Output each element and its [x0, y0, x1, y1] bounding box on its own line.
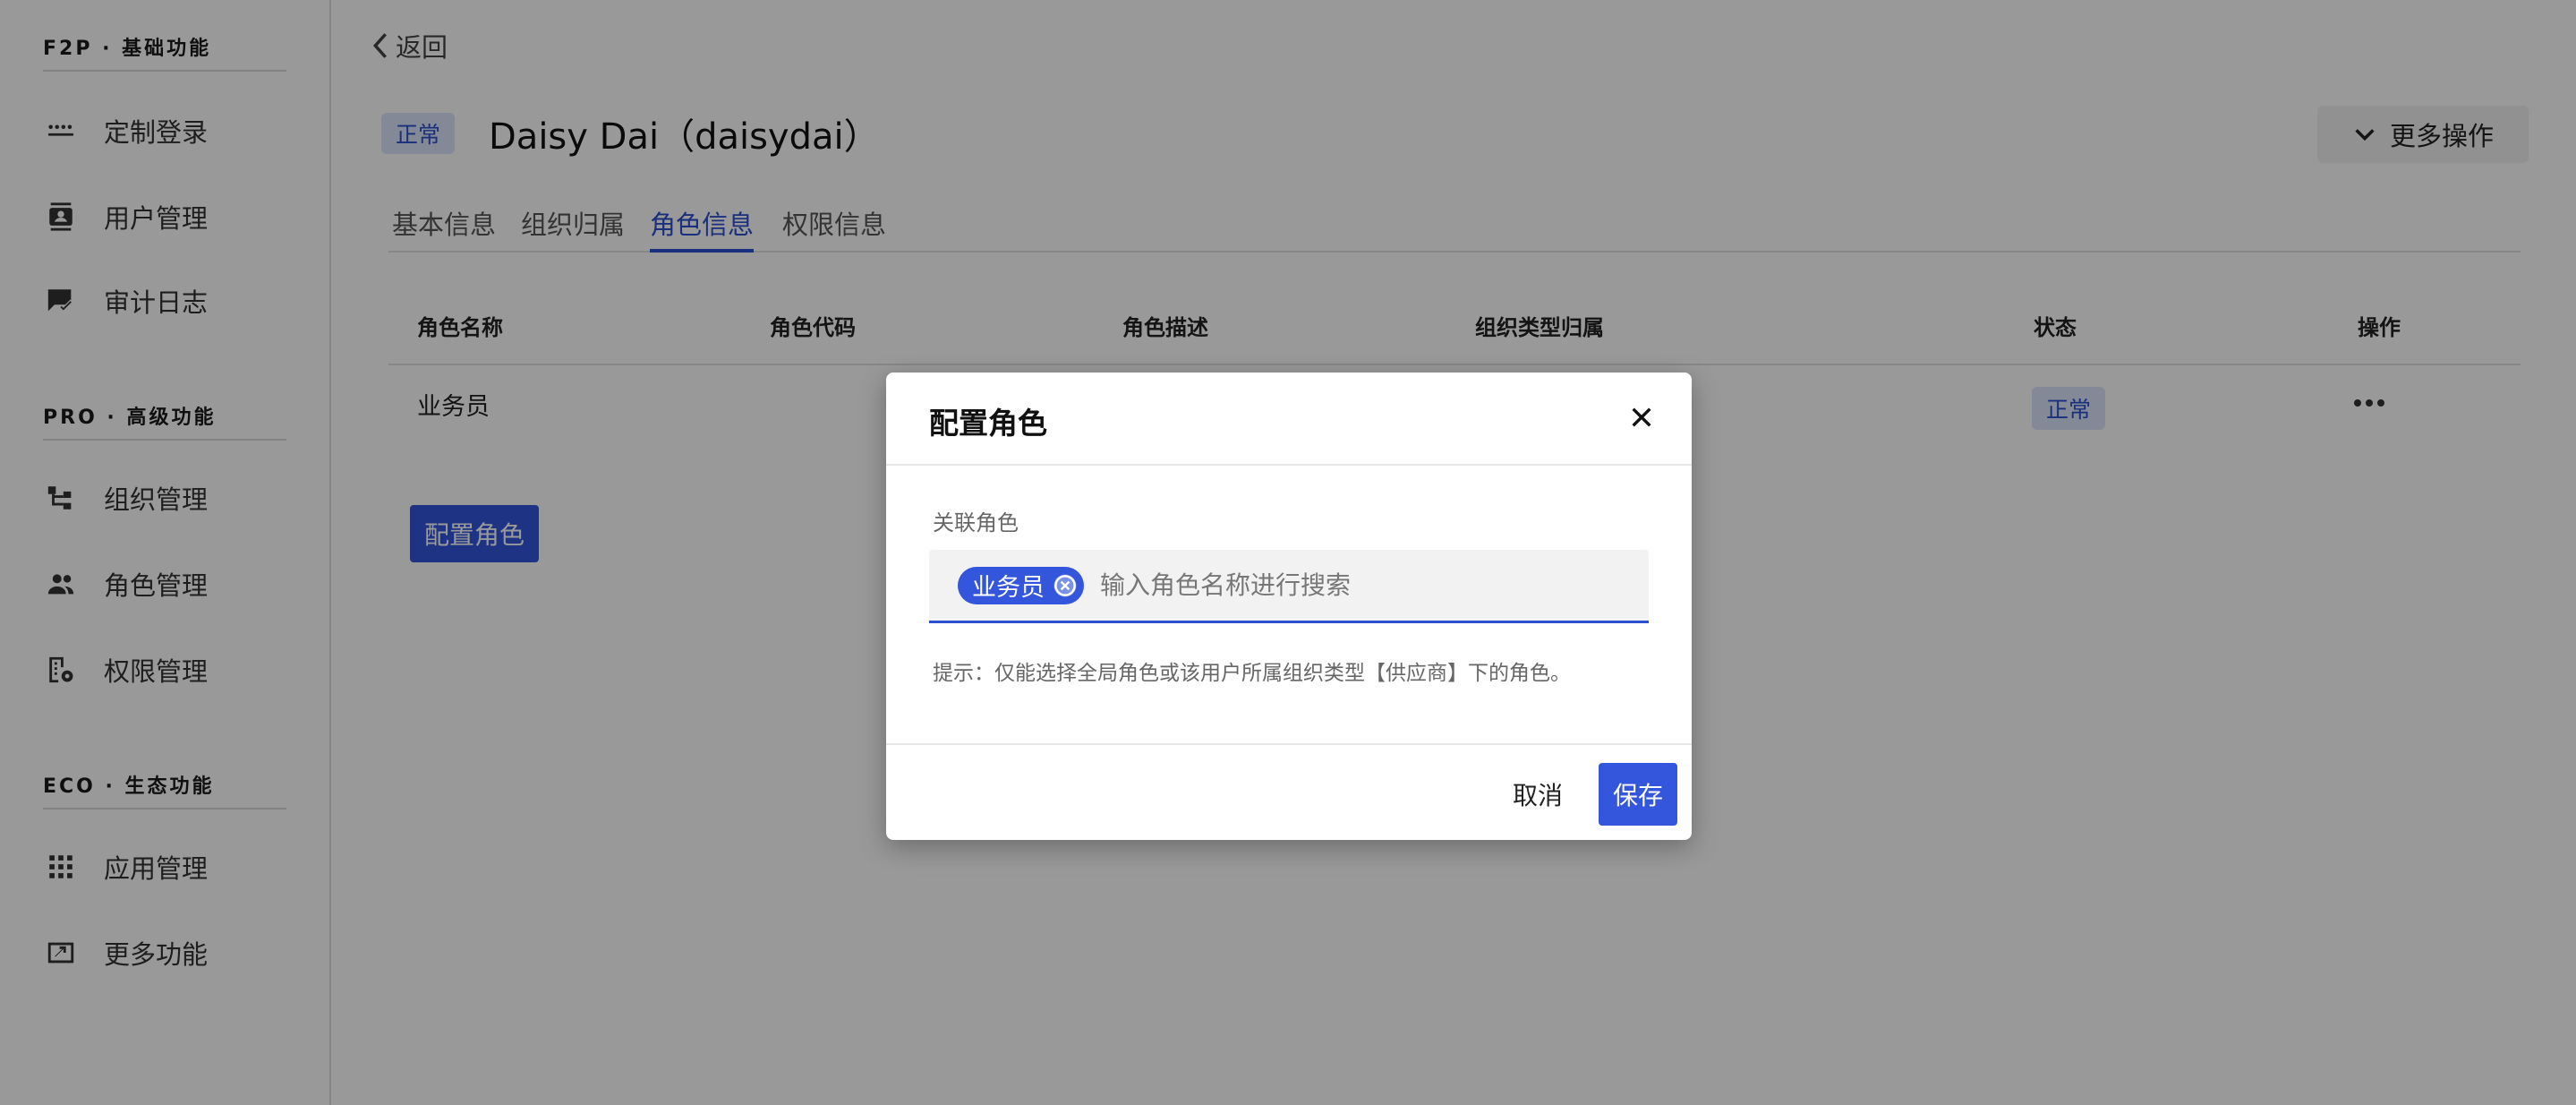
configure-role-dialog: 配置角色 关联角色 业务员 提示：仅能选择全局角色或该用户所属组织类型【供应商】… — [886, 373, 1692, 840]
dialog-header: 配置角色 — [886, 373, 1692, 466]
cancel-button[interactable]: 取消 — [1504, 763, 1572, 826]
dialog-footer: 取消 保存 — [886, 743, 1692, 840]
hint-text: 提示：仅能选择全局角色或该用户所属组织类型【供应商】下的角色。 — [933, 662, 1571, 685]
dialog-title: 配置角色 — [929, 406, 1047, 441]
role-select-field[interactable]: 业务员 — [929, 550, 1649, 623]
save-button[interactable]: 保存 — [1599, 763, 1677, 826]
role-search-input[interactable] — [1100, 570, 1601, 600]
chip-label: 业务员 — [972, 574, 1045, 602]
remove-chip-icon[interactable] — [1052, 572, 1079, 599]
close-icon[interactable] — [1627, 403, 1656, 432]
field-label: 关联角色 — [933, 510, 1019, 535]
selected-role-chip: 业务员 — [958, 566, 1084, 604]
